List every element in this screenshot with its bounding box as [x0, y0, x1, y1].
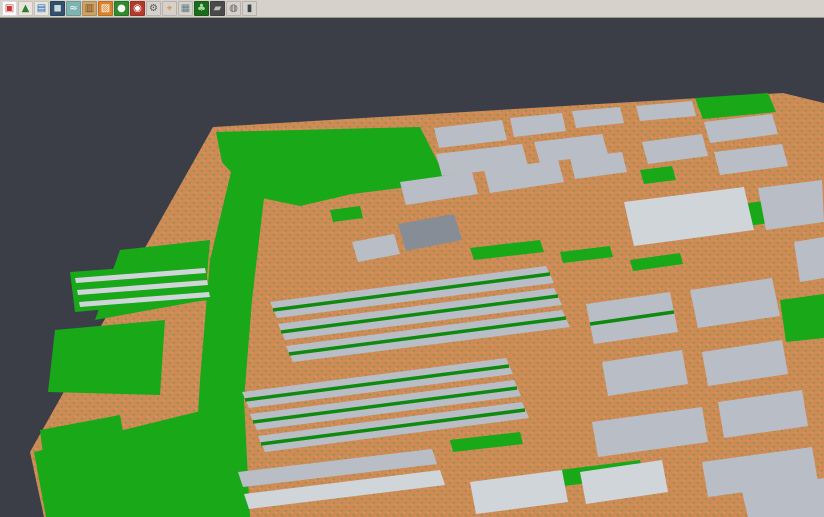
toolbar: ▣▲▤◼≈▥▧●◉⚙⌖▦♣▰◍▮ — [0, 0, 824, 18]
terrain-view-icon[interactable]: ▲ — [18, 1, 33, 16]
classify-icon[interactable]: ● — [114, 1, 129, 16]
dem-icon[interactable]: ▰ — [210, 1, 225, 16]
settings-icon[interactable]: ⚙ — [146, 1, 161, 16]
scene-canvas — [0, 18, 824, 517]
selection-box-icon[interactable]: ⌖ — [162, 1, 177, 16]
open-project-icon[interactable]: ▣ — [2, 1, 17, 16]
orthophoto-icon[interactable]: ▧ — [98, 1, 113, 16]
globe-icon[interactable]: ◍ — [226, 1, 241, 16]
grid-icon[interactable]: ▦ — [178, 1, 193, 16]
map-layer-icon[interactable]: ▤ — [34, 1, 49, 16]
vegetation-icon[interactable]: ♣ — [194, 1, 209, 16]
histogram-icon[interactable]: ▮ — [242, 1, 257, 16]
palette-icon[interactable]: ▥ — [82, 1, 97, 16]
viewport-3d[interactable] — [0, 18, 824, 517]
mesh-icon[interactable]: ◼ — [50, 1, 65, 16]
water-surface-icon[interactable]: ≈ — [66, 1, 81, 16]
sphere-icon[interactable]: ◉ — [130, 1, 145, 16]
